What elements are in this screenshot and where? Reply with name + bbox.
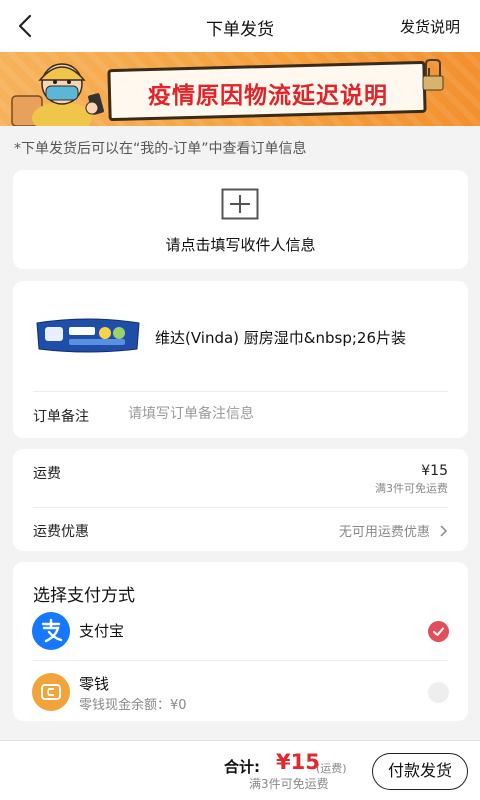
checkmark-icon — [433, 627, 444, 636]
alipay-icon — [32, 612, 70, 650]
free-shipping-footer-hint: 满3件可免运费 — [249, 777, 329, 791]
paper-clip-icon — [422, 59, 444, 91]
pay-and-ship-button[interactable]: 付款发货 — [372, 753, 468, 790]
wallet-label: 零钱 — [79, 675, 110, 693]
recipient-card[interactable]: 请点击填写收件人信息 — [13, 170, 468, 269]
recipient-prompt: 请点击填写收件人信息 — [165, 236, 316, 254]
shipping-discount-value: 无可用运费优惠 — [338, 525, 430, 540]
shipping-fee-value: ¥15 — [421, 463, 448, 479]
shipping-discount-label: 运费优惠 — [33, 524, 89, 540]
banner-title: 疫情原因物流延迟说明 — [148, 83, 388, 109]
divider — [33, 507, 448, 508]
payment-option-wallet[interactable]: 零钱 零钱现金余额：¥0 — [13, 670, 468, 714]
free-shipping-hint: 满3件可免运费 — [375, 482, 448, 495]
courier-illustration — [11, 63, 104, 126]
total-amount: ¥15 — [276, 750, 320, 774]
shipping-fee-label: 运费 — [33, 466, 61, 482]
shipping-discount-selector[interactable]: 无可用运费优惠 — [339, 521, 448, 540]
chevron-right-icon — [440, 525, 448, 537]
alipay-selected-check[interactable] — [428, 621, 449, 642]
divider — [33, 660, 448, 661]
product-card: 维达(Vinda) 厨房湿巾&nbsp;26片装 订单备注 — [13, 281, 468, 438]
total-note: (运费) — [316, 762, 347, 775]
add-plus-icon — [221, 188, 259, 220]
checkout-bar: 合计: ¥15 (运费) 满3件可免运费 付款发货 — [0, 740, 480, 800]
payment-option-alipay[interactable]: 支付宝 — [13, 609, 468, 653]
wallet-icon — [32, 673, 70, 711]
divider — [33, 391, 448, 392]
wallet-unselected-radio[interactable] — [428, 682, 449, 703]
product-image — [36, 318, 140, 353]
order-remark-label: 订单备注 — [33, 409, 89, 425]
order-remark-input[interactable] — [128, 401, 448, 427]
order-notice-text: *下单发货后可以在“我的-订单”中查看订单信息 — [14, 141, 307, 157]
product-name: 维达(Vinda) 厨房湿巾&nbsp;26片装 — [155, 329, 406, 347]
total-label: 合计: — [224, 758, 260, 776]
payment-method-title: 选择支付方式 — [33, 586, 135, 606]
alipay-label: 支付宝 — [79, 622, 125, 640]
wallet-balance: 零钱现金余额：¥0 — [79, 698, 187, 713]
shipping-instructions-link[interactable]: 发货说明 — [400, 16, 460, 37]
shipping-fee-card: 运费 ¥15 满3件可免运费 运费优惠 无可用运费优惠 — [13, 449, 468, 551]
logistics-delay-banner[interactable]: 疫情原因物流延迟说明 — [0, 52, 480, 126]
top-nav-bar: 下单发货 发货说明 — [0, 0, 480, 52]
payment-method-card: 选择支付方式 支付宝 零钱 零钱现金余额：¥0 — [13, 562, 468, 721]
